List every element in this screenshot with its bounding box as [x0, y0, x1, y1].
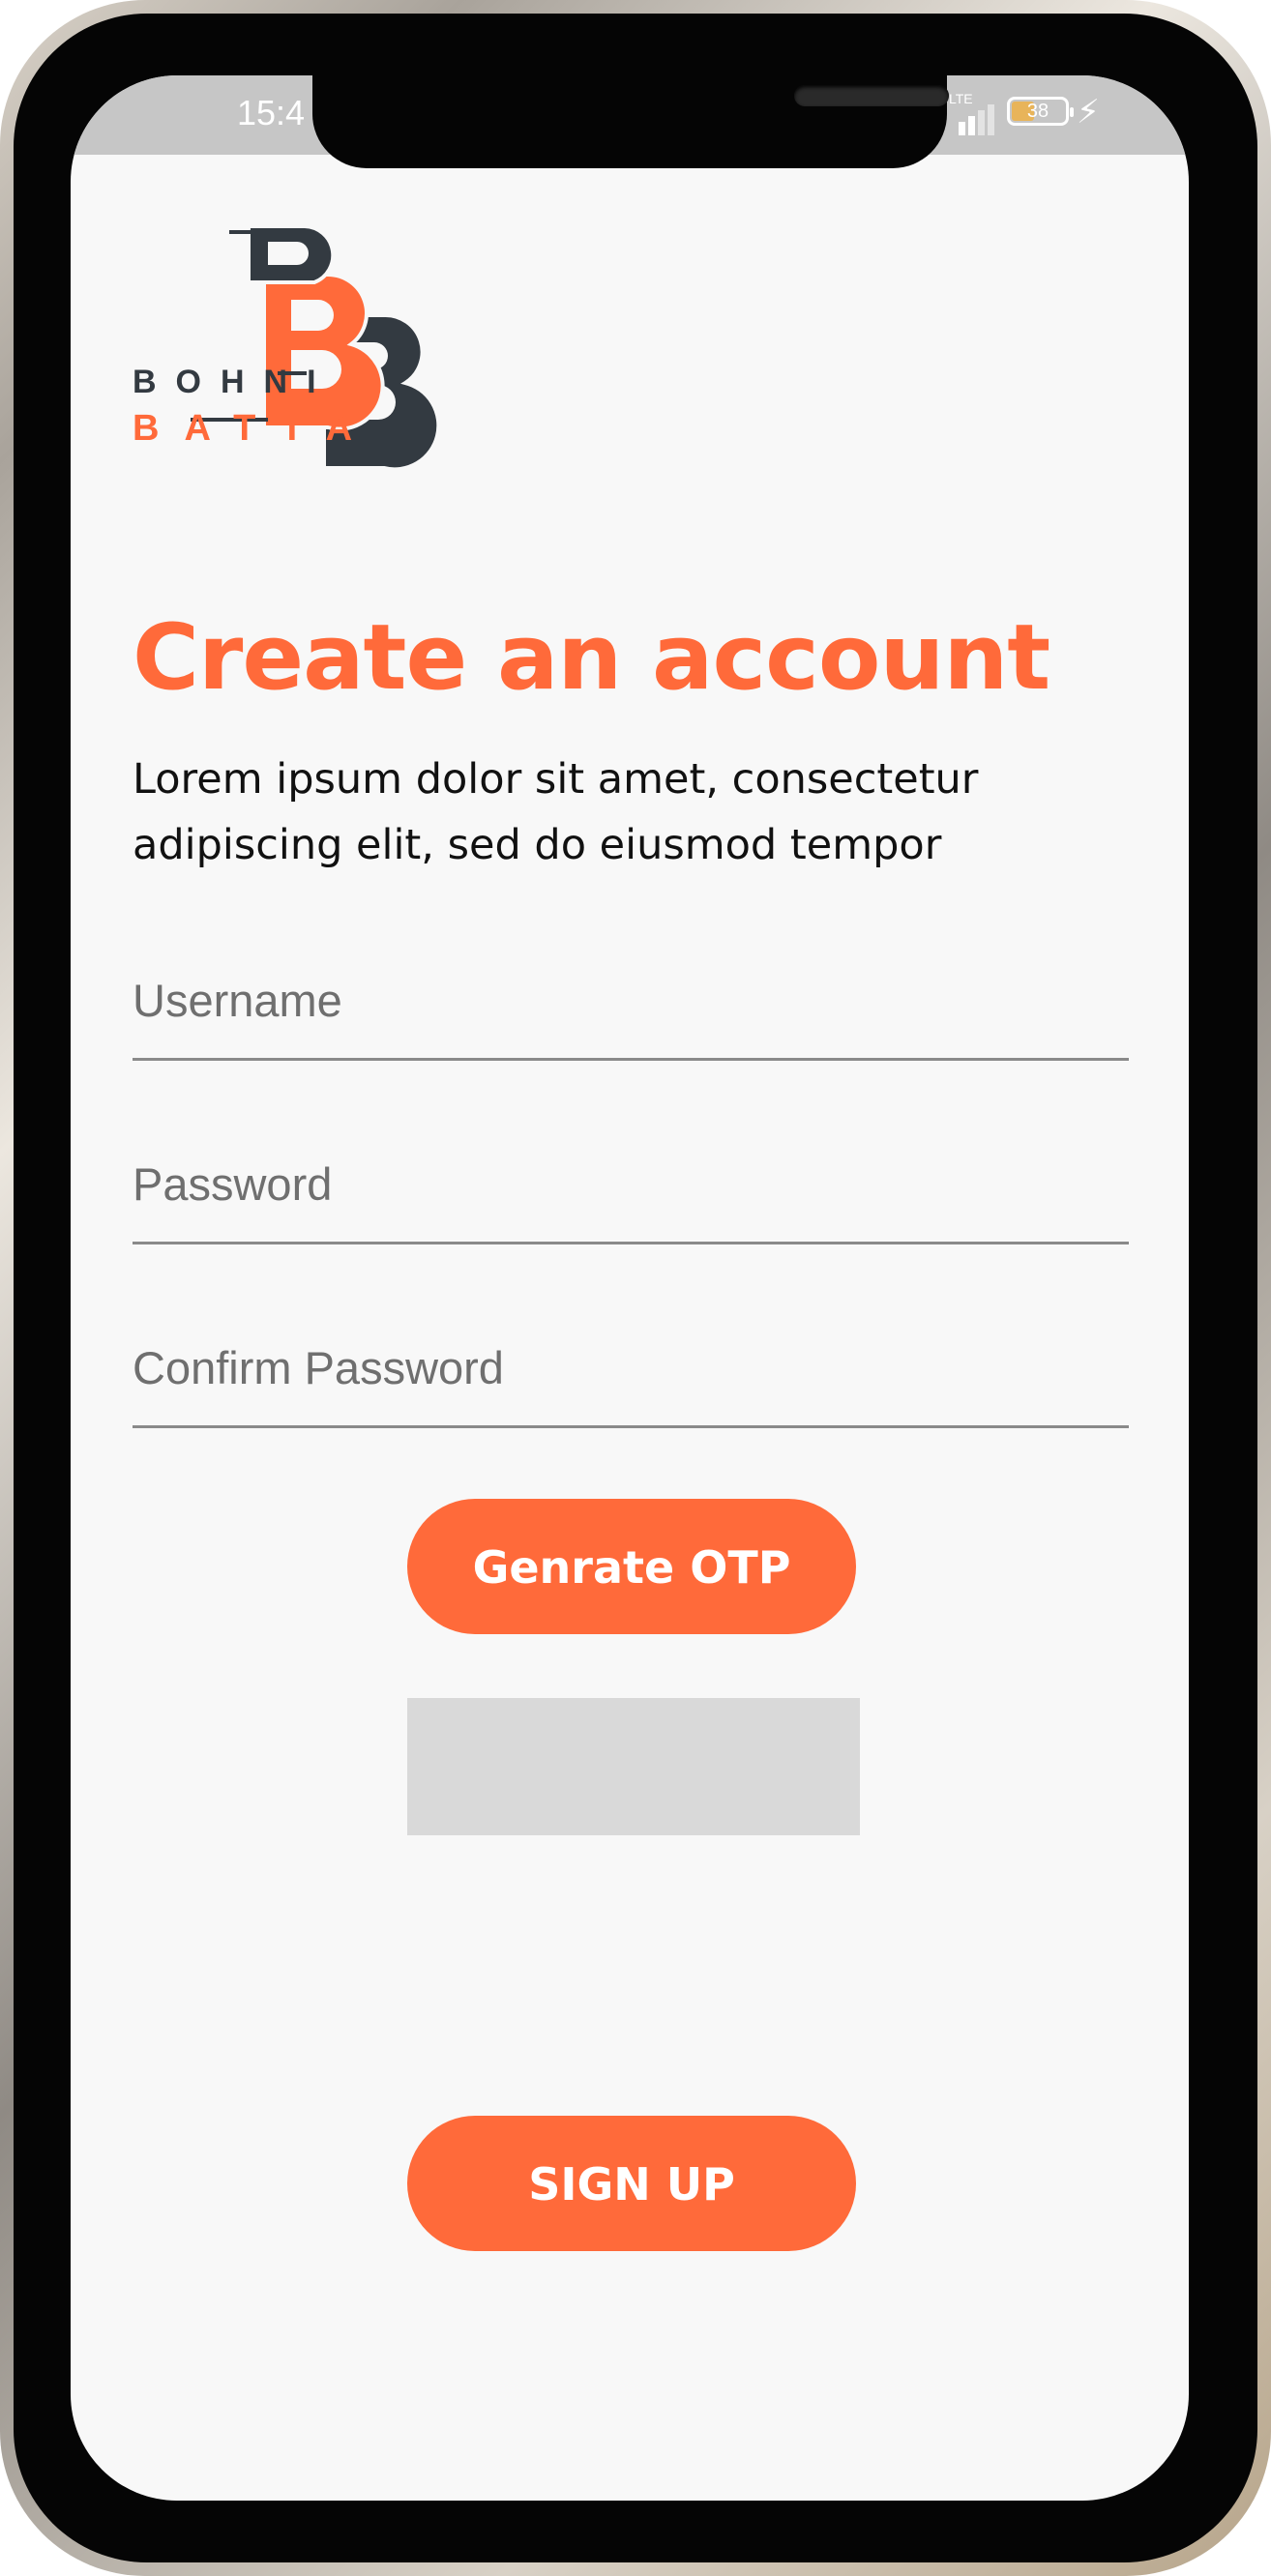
status-time: 15:4 — [237, 93, 306, 132]
password-input[interactable] — [133, 1135, 1129, 1232]
battery-level: 38 — [1026, 101, 1049, 122]
username-input[interactable] — [133, 951, 1129, 1048]
speaker-grille — [794, 85, 949, 106]
brand-name-line1: BOHNI — [133, 364, 336, 400]
signal-icon: LTE — [949, 91, 997, 135]
otp-input[interactable] — [407, 1698, 860, 1835]
page-title: Create an account — [133, 605, 1050, 711]
notch — [312, 75, 949, 168]
password-field — [133, 1135, 1129, 1244]
confirm-password-field — [133, 1319, 1129, 1428]
charging-icon: ⚡ — [1077, 93, 1100, 132]
sign-up-button[interactable]: SIGN UP — [407, 2116, 856, 2251]
username-field — [133, 951, 1129, 1061]
brand-name-line2: BATTA — [133, 408, 378, 449]
battery-icon: 38 — [1007, 97, 1074, 126]
confirm-password-input[interactable] — [133, 1319, 1129, 1416]
page-description: Lorem ipsum dolor sit amet, consectetur … — [133, 755, 979, 869]
network-label: LTE — [949, 91, 973, 106]
generate-otp-button[interactable]: Genrate OTP — [407, 1499, 856, 1634]
app-screen: 15:4 LTE 38 ⚡ BOHNI BATTA Create an acco… — [71, 75, 1189, 2501]
